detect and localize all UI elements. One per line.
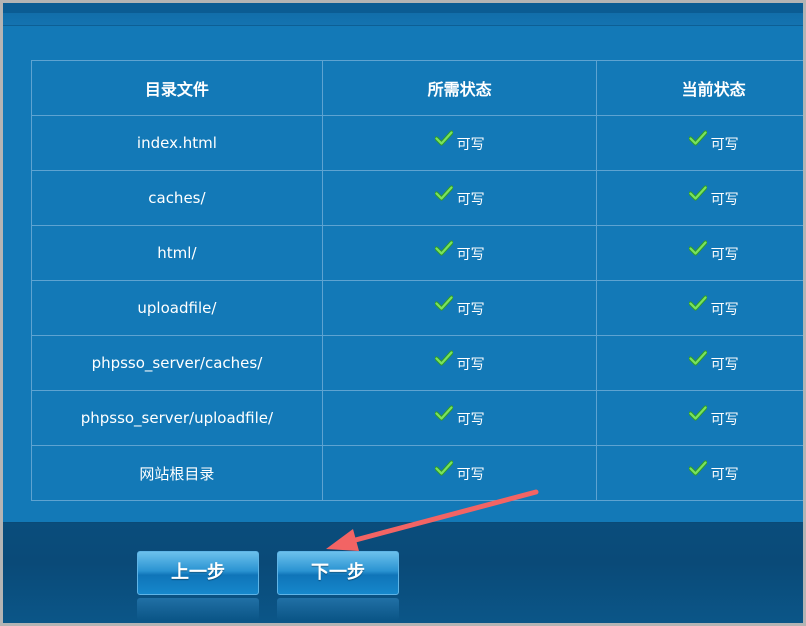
current-status-cell: 可写 bbox=[596, 170, 803, 226]
directory-name: phpsso_server/uploadfile/ bbox=[31, 390, 323, 446]
header-current-status: 当前状态 bbox=[596, 60, 803, 116]
required-status-text: 可写 bbox=[456, 246, 485, 263]
directory-name: uploadfile/ bbox=[31, 280, 323, 336]
check-icon bbox=[433, 294, 454, 315]
current-status-text: 可写 bbox=[710, 301, 739, 318]
current-status-text: 可写 bbox=[710, 411, 739, 428]
table-row: phpsso_server/uploadfile/可写 可写 bbox=[31, 390, 803, 446]
check-icon bbox=[688, 459, 708, 480]
required-status-cell: 可写 bbox=[321, 335, 598, 391]
check-icon bbox=[688, 129, 708, 150]
permission-table: 目录文件 所需状态 当前状态 index.html 可写 可写 caches/可写 可写… bbox=[31, 60, 803, 501]
current-status-cell: 可写 bbox=[596, 225, 803, 281]
table-row: html/可写 可写 bbox=[31, 225, 803, 281]
current-status-text: 可写 bbox=[710, 136, 739, 153]
required-status-text: 可写 bbox=[456, 301, 485, 318]
previous-step-button[interactable]: 上一步 bbox=[137, 551, 259, 595]
directory-name: 网站根目录 bbox=[31, 445, 323, 501]
installer-window: 目录文件 所需状态 当前状态 index.html 可写 可写 caches/可写 可写… bbox=[0, 0, 806, 626]
current-status-text: 可写 bbox=[710, 466, 739, 483]
table-row: phpsso_server/caches/可写 可写 bbox=[31, 335, 803, 391]
next-step-button[interactable]: 下一步 bbox=[277, 551, 399, 595]
required-status-cell: 可写 bbox=[321, 225, 598, 281]
required-status-text: 可写 bbox=[456, 136, 485, 153]
check-icon bbox=[433, 349, 454, 370]
directory-name: phpsso_server/caches/ bbox=[31, 335, 323, 391]
check-icon bbox=[433, 459, 454, 480]
check-icon bbox=[688, 349, 708, 370]
required-status-text: 可写 bbox=[456, 356, 485, 373]
required-status-cell: 可写 bbox=[321, 170, 598, 226]
current-status-cell: 可写 bbox=[596, 390, 803, 446]
required-status-text: 可写 bbox=[456, 411, 485, 428]
required-status-text: 可写 bbox=[456, 191, 485, 208]
next-button-reflection bbox=[277, 598, 399, 620]
top-band bbox=[3, 3, 803, 26]
check-icon bbox=[433, 239, 454, 260]
required-status-text: 可写 bbox=[456, 466, 485, 483]
table-row: caches/可写 可写 bbox=[31, 170, 803, 226]
check-icon bbox=[433, 184, 454, 205]
required-status-cell: 可写 bbox=[321, 115, 598, 171]
header-required-status: 所需状态 bbox=[321, 60, 598, 116]
current-status-cell: 可写 bbox=[596, 115, 803, 171]
directory-name: caches/ bbox=[31, 170, 323, 226]
directory-name: index.html bbox=[31, 115, 323, 171]
footer-band bbox=[3, 522, 803, 623]
table-header-row: 目录文件 所需状态 当前状态 bbox=[31, 60, 803, 116]
check-icon bbox=[433, 129, 454, 150]
header-directory: 目录文件 bbox=[31, 60, 323, 116]
current-status-text: 可写 bbox=[710, 246, 739, 263]
current-status-cell: 可写 bbox=[596, 280, 803, 336]
current-status-text: 可写 bbox=[710, 356, 739, 373]
directory-name: html/ bbox=[31, 225, 323, 281]
current-status-cell: 可写 bbox=[596, 445, 803, 501]
previous-button-reflection bbox=[137, 598, 259, 620]
check-icon bbox=[688, 239, 708, 260]
check-icon bbox=[433, 404, 454, 425]
check-icon bbox=[688, 294, 708, 315]
current-status-text: 可写 bbox=[710, 191, 739, 208]
check-icon bbox=[688, 184, 708, 205]
required-status-cell: 可写 bbox=[321, 280, 598, 336]
table-row: 网站根目录 可写 可写 bbox=[31, 445, 803, 501]
required-status-cell: 可写 bbox=[321, 445, 598, 501]
current-status-cell: 可写 bbox=[596, 335, 803, 391]
permission-table-container: 目录文件 所需状态 当前状态 index.html 可写 可写 caches/可写 可写… bbox=[31, 60, 803, 501]
check-icon bbox=[688, 404, 708, 425]
table-row: index.html 可写 可写 bbox=[31, 115, 803, 171]
table-row: uploadfile/可写 可写 bbox=[31, 280, 803, 336]
required-status-cell: 可写 bbox=[321, 390, 598, 446]
